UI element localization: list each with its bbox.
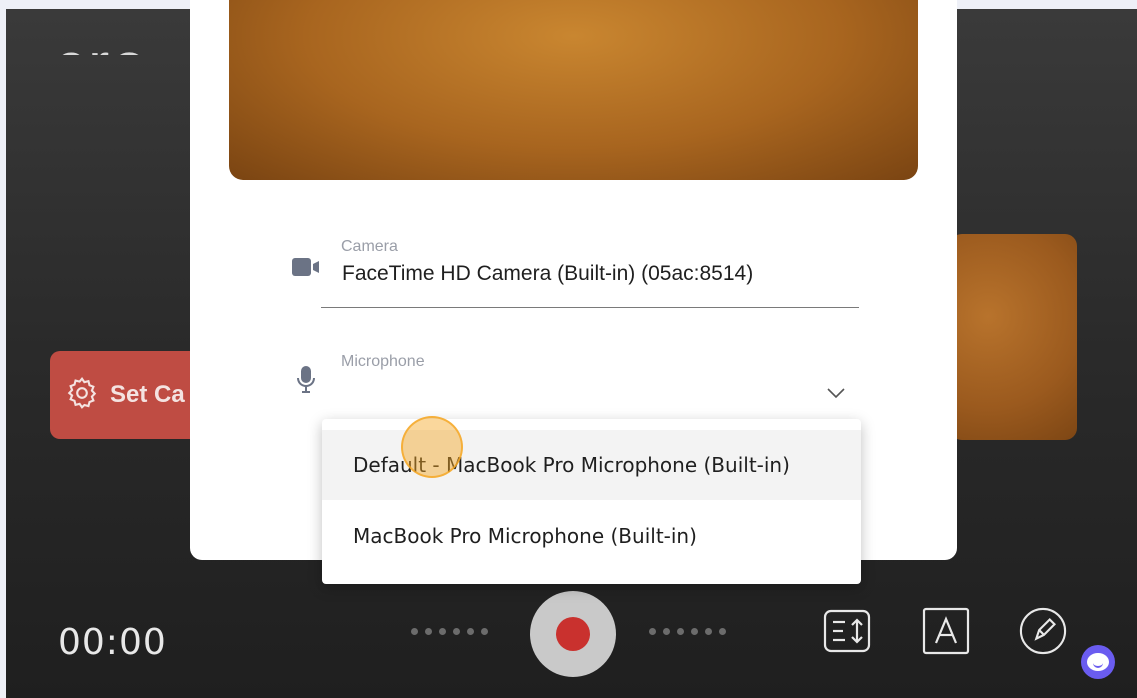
chevron-down-icon[interactable] <box>826 386 846 404</box>
set-camera-button[interactable]: Set Ca <box>50 351 210 439</box>
draw-icon[interactable] <box>1019 607 1067 655</box>
microphone-icon <box>297 366 315 399</box>
camera-label: Camera <box>341 238 398 255</box>
background-title: cre <box>54 21 149 55</box>
left-level-dots <box>411 628 488 635</box>
background-camera-preview <box>950 234 1077 440</box>
microphone-label: Microphone <box>341 353 425 370</box>
cursor-highlight <box>401 416 463 478</box>
camera-value: FaceTime HD Camera (Built-in) (05ac:8514… <box>342 262 754 285</box>
microphone-option-builtin[interactable]: MacBook Pro Microphone (Built-in) <box>322 501 861 571</box>
set-camera-label: Set Ca <box>110 381 185 408</box>
record-dot-icon <box>556 617 590 651</box>
recording-timer: 00:00 <box>58 622 167 663</box>
microphone-field[interactable]: Microphone <box>321 353 859 377</box>
assistant-icon[interactable] <box>1081 645 1115 679</box>
video-camera-icon <box>292 258 320 281</box>
record-button[interactable] <box>530 591 616 677</box>
gear-icon <box>64 375 100 416</box>
teleprompter-icon[interactable] <box>823 607 871 655</box>
camera-field[interactable]: Camera FaceTime HD Camera (Built-in) (05… <box>321 238 859 308</box>
right-level-dots <box>649 628 726 635</box>
camera-preview <box>229 0 918 180</box>
text-overlay-icon[interactable] <box>922 607 970 655</box>
